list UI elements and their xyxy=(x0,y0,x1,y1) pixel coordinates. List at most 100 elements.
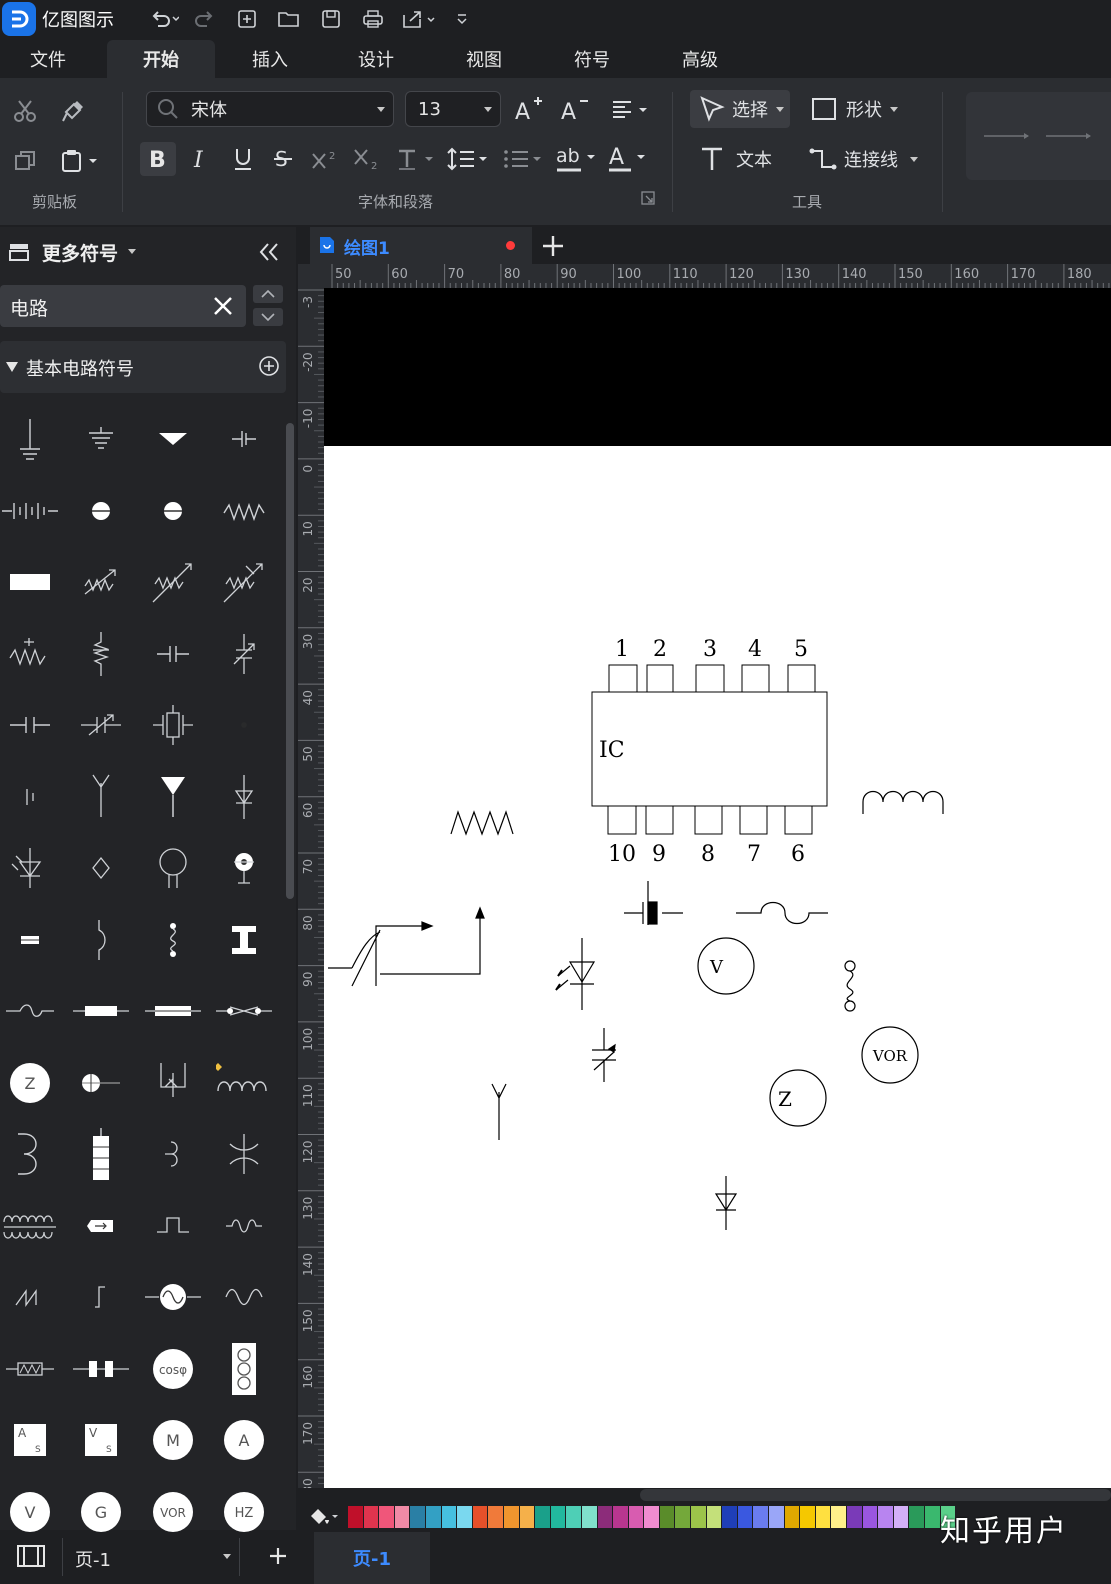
superscript-icon[interactable]: 2 xyxy=(308,142,342,176)
bold-icon[interactable]: B xyxy=(140,142,176,176)
export-icon[interactable] xyxy=(400,4,440,34)
strikethrough-icon[interactable]: S xyxy=(268,142,298,176)
led-symbol[interactable] xyxy=(2,840,58,896)
color-swatch[interactable] xyxy=(597,1506,613,1528)
winding-symbol[interactable] xyxy=(2,1126,58,1182)
diode-vertical-symbol[interactable] xyxy=(216,769,272,825)
drawing-canvas[interactable]: IC 1 2 3 4 5 10 9 8 7 6 V VOR Z xyxy=(324,288,1111,1488)
color-swatch[interactable] xyxy=(613,1506,628,1528)
antenna-shape[interactable] xyxy=(491,1083,507,1140)
color-swatch[interactable] xyxy=(691,1506,706,1528)
open-folder-icon[interactable] xyxy=(274,4,304,34)
library-title[interactable]: 更多符号 xyxy=(42,239,118,266)
color-swatch[interactable] xyxy=(769,1506,784,1528)
color-swatch[interactable] xyxy=(753,1506,769,1528)
power-factor-badge-symbol[interactable]: cosφ xyxy=(145,1341,201,1397)
text-style-icon[interactable] xyxy=(394,142,438,176)
thermistor-symbol[interactable] xyxy=(2,626,58,682)
sawtooth-symbol[interactable] xyxy=(2,1269,58,1325)
category-header[interactable]: 基本电路符号 xyxy=(0,341,286,393)
color-swatch[interactable] xyxy=(706,1506,722,1528)
battery-stack-symbol[interactable] xyxy=(73,1126,129,1182)
current-source-badge-symbol[interactable]: AS xyxy=(2,1412,58,1468)
color-swatch[interactable] xyxy=(394,1506,410,1528)
ic-chip-shape[interactable]: IC 1 2 3 4 5 10 9 8 7 6 xyxy=(591,637,828,867)
page-select[interactable]: 页-1 xyxy=(62,1538,240,1576)
underline-icon[interactable] xyxy=(228,142,258,176)
clear-search-icon[interactable] xyxy=(212,295,234,317)
print-icon[interactable] xyxy=(358,4,388,34)
ac-source-symbol[interactable] xyxy=(145,1269,201,1325)
text-tool-button[interactable]: 文本 xyxy=(694,140,784,178)
transistor-symbol[interactable] xyxy=(145,1055,201,1111)
step-symbol[interactable] xyxy=(73,1269,129,1325)
ac-wave-symbol[interactable] xyxy=(216,1198,272,1254)
trimmer-capacitor-symbol[interactable] xyxy=(73,697,129,753)
capacitor-symbol[interactable] xyxy=(145,626,201,682)
save-icon[interactable] xyxy=(316,4,346,34)
page-tab[interactable]: 页-1 xyxy=(314,1532,430,1584)
fuse-symbol[interactable] xyxy=(73,983,129,1039)
color-swatch[interactable] xyxy=(581,1506,597,1528)
arrow-tag-symbol[interactable] xyxy=(73,1198,129,1254)
switch-contact-symbol[interactable] xyxy=(216,983,272,1039)
horizontal-scrollbar[interactable] xyxy=(640,1489,1111,1501)
color-swatch[interactable] xyxy=(737,1506,753,1528)
color-swatch[interactable] xyxy=(628,1506,644,1528)
line-spacing-icon[interactable] xyxy=(444,142,490,176)
new-tab-icon[interactable] xyxy=(540,233,566,259)
pulse-symbol[interactable] xyxy=(145,1198,201,1254)
connector-tool-button[interactable]: 连接线 xyxy=(806,140,926,178)
chevron-down-icon[interactable] xyxy=(128,249,136,254)
capacitor-small-symbol[interactable] xyxy=(216,411,272,467)
sine-symbol[interactable] xyxy=(216,1269,272,1325)
variable-resistor-symbol[interactable] xyxy=(73,554,129,610)
line-style-gallery[interactable] xyxy=(966,92,1111,180)
switch-circuit-shape[interactable] xyxy=(328,906,485,987)
tab-view[interactable]: 视图 xyxy=(436,40,532,78)
led-shape[interactable] xyxy=(555,938,596,1010)
bullet-list-icon[interactable] xyxy=(500,142,546,176)
color-swatch[interactable] xyxy=(457,1506,472,1528)
color-swatch[interactable] xyxy=(472,1506,488,1528)
contact-symbol[interactable] xyxy=(2,769,58,825)
heater-symbol[interactable] xyxy=(2,1341,58,1397)
page-view-icon[interactable] xyxy=(16,1544,46,1568)
color-swatch[interactable] xyxy=(550,1506,566,1528)
format-painter-icon[interactable] xyxy=(58,96,88,126)
color-swatch[interactable] xyxy=(379,1506,394,1528)
resistor-zigzag-symbol[interactable] xyxy=(216,483,272,539)
color-swatch[interactable] xyxy=(878,1506,893,1528)
paste-icon[interactable] xyxy=(58,146,102,176)
i-beam-symbol[interactable] xyxy=(216,912,272,968)
transformer-symbol[interactable] xyxy=(2,1198,58,1254)
antenna-filled-symbol[interactable] xyxy=(145,769,201,825)
color-swatch[interactable] xyxy=(566,1506,581,1528)
color-swatch[interactable] xyxy=(425,1506,441,1528)
bracket-symbol[interactable] xyxy=(73,912,129,968)
shape-tool-button[interactable]: 形状 xyxy=(806,90,906,128)
color-swatch[interactable] xyxy=(535,1506,550,1528)
color-swatch[interactable] xyxy=(722,1506,737,1528)
lamp-symbol[interactable] xyxy=(73,483,129,539)
fill-bucket-icon[interactable] xyxy=(298,1504,348,1530)
color-swatch[interactable] xyxy=(909,1506,924,1528)
color-swatch[interactable] xyxy=(659,1506,675,1528)
italic-icon[interactable]: I xyxy=(186,142,216,176)
ground-symbol[interactable] xyxy=(2,411,58,467)
transformer-core-symbol[interactable] xyxy=(216,1126,272,1182)
double-block-symbol[interactable] xyxy=(73,1341,129,1397)
vor-shape[interactable]: VOR xyxy=(861,1026,919,1084)
chassis-ground-symbol[interactable] xyxy=(73,411,129,467)
tab-advanced[interactable]: 高级 xyxy=(652,40,748,78)
color-swatch[interactable] xyxy=(363,1506,379,1528)
reverse-bracket-symbol[interactable] xyxy=(145,1126,201,1182)
motor-badge-symbol[interactable]: M xyxy=(145,1412,201,1468)
diode-shape[interactable] xyxy=(714,1176,738,1230)
font-dialog-launcher-icon[interactable] xyxy=(640,190,656,206)
color-swatch[interactable] xyxy=(488,1506,503,1528)
new-file-icon[interactable] xyxy=(232,4,262,34)
traffic-light-symbol[interactable] xyxy=(216,1341,272,1397)
ammeter-badge-symbol[interactable]: A xyxy=(216,1412,272,1468)
color-swatch[interactable] xyxy=(410,1506,425,1528)
